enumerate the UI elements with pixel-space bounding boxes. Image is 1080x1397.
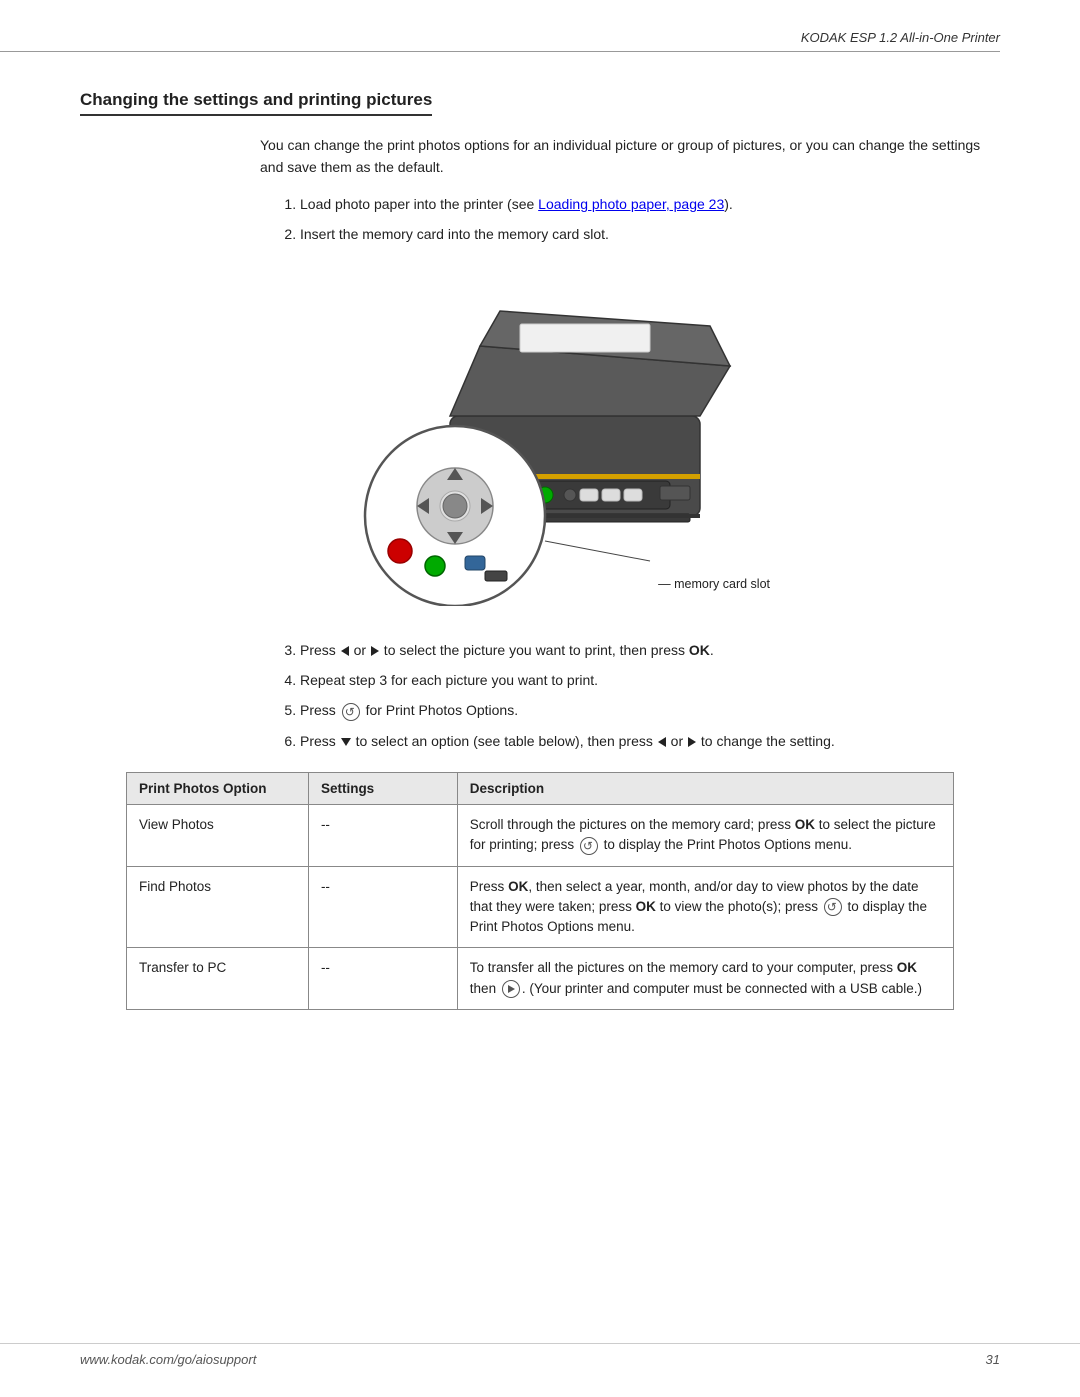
- menu-icon-row2: [824, 898, 842, 916]
- arrow-right-icon: [371, 646, 379, 656]
- step-4: Repeat step 3 for each picture you want …: [300, 669, 1000, 691]
- play-circle-icon: [502, 980, 520, 998]
- table-row-view-photos: View Photos -- Scroll through the pictur…: [127, 805, 954, 867]
- callout-line: [545, 541, 650, 561]
- row2-settings: --: [308, 866, 457, 948]
- printer-svg: [300, 266, 780, 606]
- footer: www.kodak.com/go/aiosupport 31: [0, 1343, 1080, 1367]
- row3-settings: --: [308, 948, 457, 1010]
- page: KODAK ESP 1.2 All-in-One Printer Changin…: [0, 0, 1080, 1397]
- printer-image-area: — memory card slot: [80, 266, 1000, 609]
- col-header-description: Description: [457, 773, 953, 805]
- continued-steps: Press or to select the picture you want …: [260, 639, 1000, 753]
- row2-option: Find Photos: [127, 866, 309, 948]
- step-2: Insert the memory card into the memory c…: [300, 223, 1000, 245]
- initial-steps: Load photo paper into the printer (see L…: [260, 193, 1000, 246]
- menu-icon: [342, 703, 360, 721]
- step-6: Press to select an option (see table bel…: [300, 730, 1000, 752]
- arrow-right-icon-2: [688, 737, 696, 747]
- header-title: KODAK ESP 1.2 All-in-One Printer: [0, 30, 1000, 52]
- print-options-table: Print Photos Option Settings Description…: [126, 772, 954, 1010]
- row3-option: Transfer to PC: [127, 948, 309, 1010]
- row3-description: To transfer all the pictures on the memo…: [457, 948, 953, 1010]
- printer-diagram: — memory card slot: [300, 266, 780, 609]
- section-title: Changing the settings and printing pictu…: [80, 90, 432, 116]
- table-row-find-photos: Find Photos -- Press OK, then select a y…: [127, 866, 954, 948]
- loading-photo-paper-link[interactable]: Loading photo paper, page 23: [538, 196, 724, 212]
- footer-url: www.kodak.com/go/aiosupport: [80, 1352, 256, 1367]
- row1-description: Scroll through the pictures on the memor…: [457, 805, 953, 867]
- col-header-settings: Settings: [308, 773, 457, 805]
- arrow-left-icon: [341, 646, 349, 656]
- arrow-down-icon: [341, 738, 351, 746]
- table-row-transfer-pc: Transfer to PC -- To transfer all the pi…: [127, 948, 954, 1010]
- row1-option: View Photos: [127, 805, 309, 867]
- menu-icon-row1: [580, 837, 598, 855]
- table-header-row: Print Photos Option Settings Description: [127, 773, 954, 805]
- step-3: Press or to select the picture you want …: [300, 639, 1000, 661]
- row2-description: Press OK, then select a year, month, and…: [457, 866, 953, 948]
- col-header-option: Print Photos Option: [127, 773, 309, 805]
- step-5: Press for Print Photos Options.: [300, 699, 1000, 721]
- row1-settings: --: [308, 805, 457, 867]
- footer-page-number: 31: [986, 1352, 1000, 1367]
- intro-text: You can change the print photos options …: [260, 134, 1000, 179]
- content-area: Changing the settings and printing pictu…: [80, 90, 1000, 1010]
- memory-card-label: — memory card slot: [658, 577, 770, 591]
- step-1: Load photo paper into the printer (see L…: [300, 193, 1000, 215]
- arrow-left-icon-2: [658, 737, 666, 747]
